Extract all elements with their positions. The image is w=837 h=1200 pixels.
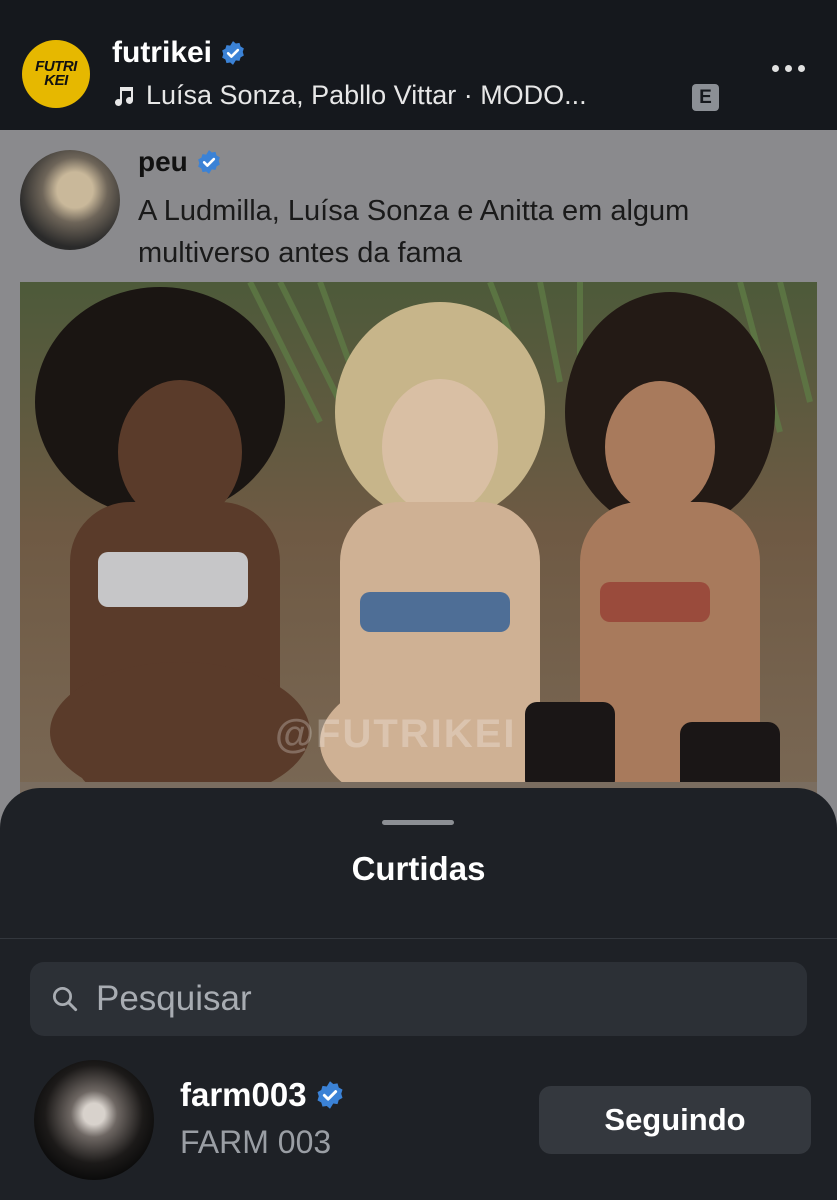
tweet-card: peu A Ludmilla, Luísa Sonza e Anitta em … [0, 130, 837, 842]
tweet-author-name[interactable]: peu [138, 146, 188, 178]
following-button[interactable]: Seguindo [539, 1086, 811, 1154]
sheet-grabber-handle[interactable] [382, 820, 454, 825]
account-username[interactable]: futrikei [112, 36, 212, 70]
tweet-author[interactable]: peu [138, 146, 222, 178]
photo-watermark: @FUTRIKEI [275, 712, 517, 756]
search-bar[interactable] [30, 962, 807, 1036]
post-header: FUTRI KEI futrikei Luísa Sonza, Pabllo V… [0, 0, 837, 130]
search-input[interactable] [96, 979, 746, 1019]
user-username[interactable]: farm003 [180, 1076, 307, 1114]
explicit-badge: E [692, 84, 719, 111]
tweet-photo[interactable]: @FUTRIKEI [20, 282, 817, 842]
verified-badge-icon [317, 1081, 343, 1109]
photo-illustration [20, 282, 817, 842]
tweet-text: A Ludmilla, Luísa Sonza e Anitta em algu… [138, 195, 690, 269]
sheet-divider [0, 938, 837, 939]
music-track-label: Luísa Sonza, Pabllo Vittar · MODO... [146, 80, 587, 110]
sheet-title: Curtidas [351, 850, 486, 887]
user-name[interactable]: farm003 [180, 1076, 345, 1114]
logo-text: FUTRI KEI [35, 58, 77, 89]
user-display-name: FARM 003 [180, 1124, 332, 1160]
account-name[interactable]: futrikei [112, 36, 246, 70]
likes-sheet: Curtidas farm003 FARM 003 Seguindo [0, 788, 837, 1200]
tweet-author-avatar[interactable] [20, 150, 120, 250]
search-icon [53, 987, 78, 1012]
music-note-icon [115, 86, 133, 106]
more-options-icon[interactable] [772, 58, 808, 78]
account-avatar[interactable]: FUTRI KEI [22, 40, 90, 108]
verified-badge-icon [197, 150, 220, 174]
verified-badge-icon [222, 41, 244, 65]
music-track[interactable]: Luísa Sonza, Pabllo Vittar · MODO... [112, 80, 587, 111]
user-list-item[interactable]: farm003 FARM 003 Seguindo [0, 1058, 837, 1188]
user-avatar[interactable] [34, 1060, 154, 1180]
